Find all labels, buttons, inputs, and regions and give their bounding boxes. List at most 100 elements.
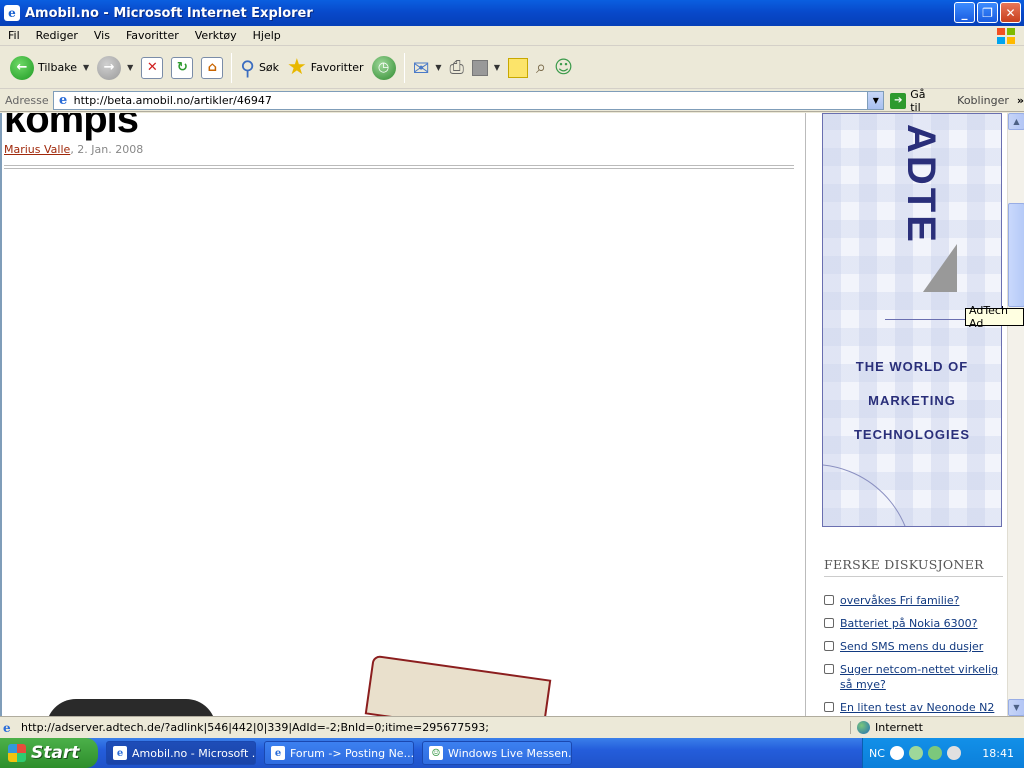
search-icon: ⚲ (240, 55, 255, 80)
system-tray: NC 18:41 (862, 738, 1024, 768)
divider (4, 165, 794, 166)
history-button[interactable]: ◷ (368, 51, 400, 85)
search-label: Søk (258, 61, 280, 74)
messenger-icon: ☺ (429, 746, 443, 760)
back-dropdown-icon[interactable]: ▼ (83, 63, 89, 72)
research-button[interactable]: ⌕ (532, 51, 550, 85)
toolbar: ← Tilbake ▼ → ▼ ✕ ↻ ⌂ ⚲ Søk ★ Favoritter… (0, 47, 1024, 89)
globe-icon (857, 721, 870, 734)
ad-tagline: THE WORLD OF MARKETING TECHNOLOGIES (823, 350, 1001, 452)
comment-icon (824, 702, 834, 712)
windows-logo-icon (997, 28, 1015, 44)
research-icon: ⌕ (536, 57, 547, 78)
toolbar-separator (231, 52, 233, 83)
network-icon[interactable] (908, 746, 923, 760)
go-arrow-icon: ➔ (890, 92, 907, 109)
scroll-up-button[interactable]: ▲ (1008, 113, 1024, 130)
divider (4, 168, 794, 169)
taskbar-item-messenger[interactable]: ☺ Windows Live Messen... (422, 741, 572, 765)
window-titlebar[interactable]: e Amobil.no - Microsoft Internet Explore… (0, 0, 1024, 26)
stop-button[interactable]: ✕ (137, 51, 167, 85)
vertical-scrollbar[interactable]: ▲ ▼ (1007, 113, 1024, 716)
comment-icon (824, 595, 834, 605)
refresh-icon: ↻ (171, 56, 194, 79)
scroll-thumb[interactable] (1008, 203, 1024, 307)
chevron-left-icon[interactable] (889, 746, 904, 760)
article-title: kompis (4, 113, 139, 141)
mail-button[interactable]: ✉ ▼ (409, 51, 446, 85)
discussions-list: overvåkes Fri familie? Batteriet på Noki… (824, 593, 1004, 716)
address-url[interactable]: http://beta.amobil.no/artikler/46947 (74, 94, 272, 107)
author-link[interactable]: Marius Valle (4, 143, 70, 156)
article-date: , 2. Jan. 2008 (70, 143, 144, 156)
note-icon (508, 57, 529, 78)
ad-line-1: THE WORLD OF (855, 359, 969, 374)
print-button[interactable]: ⎙ (445, 51, 467, 85)
page-content: kompis Marius Valle, 2. Jan. 2008 ADTE T… (0, 113, 1007, 716)
close-button[interactable]: ✕ (1000, 2, 1021, 23)
printer-icon: ⎙ (449, 57, 464, 78)
ad-line-2: MARKETING (868, 393, 956, 408)
security-zone: Internett (851, 721, 923, 734)
discussion-link[interactable]: En liten test av Neonode N2 (840, 700, 994, 715)
comment-icon (824, 618, 834, 628)
back-button[interactable]: ← Tilbake ▼ (6, 51, 93, 85)
task-label: Amobil.no - Microsoft ... (132, 746, 256, 760)
messenger-tray-icon[interactable] (927, 746, 942, 760)
ad-logo: ADTE (899, 124, 943, 245)
back-label: Tilbake (38, 61, 77, 74)
forward-button[interactable]: → ▼ (93, 51, 137, 85)
start-label: Start (31, 743, 80, 763)
start-button[interactable]: Start (0, 738, 98, 768)
list-item: Send SMS mens du dusjer (824, 639, 1004, 654)
task-label: Windows Live Messen... (448, 746, 572, 760)
mail-dropdown-icon[interactable]: ▼ (435, 63, 441, 72)
ad-logo-triangle-icon (923, 244, 957, 292)
discussion-link[interactable]: Suger netcom-nettet virkelig så mye? (840, 662, 1004, 692)
menu-rediger[interactable]: Rediger (28, 29, 86, 42)
zone-label: Internett (875, 721, 923, 734)
favorites-button[interactable]: ★ Favoritter (283, 51, 368, 85)
list-item: overvåkes Fri familie? (824, 593, 1004, 608)
ie-icon: e (4, 5, 20, 21)
search-button[interactable]: ⚲ Søk (236, 51, 283, 85)
minimize-button[interactable]: _ (954, 2, 975, 23)
discussion-link[interactable]: overvåkes Fri familie? (840, 593, 959, 608)
discussion-link[interactable]: Send SMS mens du dusjer (840, 639, 983, 654)
ie-icon: e (113, 746, 127, 760)
taskbar-item-forum[interactable]: e Forum -> Posting Ne... (264, 741, 414, 765)
language-indicator[interactable]: NC (869, 747, 885, 760)
toolbar-separator (403, 52, 405, 83)
links-button[interactable]: Koblinger (957, 94, 1009, 107)
refresh-button[interactable]: ↻ (167, 51, 197, 85)
ad-line-3: TECHNOLOGIES (853, 427, 970, 442)
task-label: Forum -> Posting Ne... (290, 746, 414, 760)
address-dropdown-icon[interactable]: ▼ (867, 92, 884, 109)
menu-verktoy[interactable]: Verktøy (187, 29, 245, 42)
go-label: Gå til (910, 87, 926, 114)
address-input[interactable]: e http://beta.amobil.no/artikler/46947 ▼ (52, 91, 885, 110)
volume-icon[interactable] (946, 746, 961, 760)
discuss-button[interactable] (504, 51, 532, 85)
menu-favoritter[interactable]: Favoritter (118, 29, 187, 42)
menu-vis[interactable]: Vis (86, 29, 118, 42)
star-icon: ★ (287, 55, 307, 80)
device-image (364, 654, 552, 716)
discussion-link[interactable]: Batteriet på Nokia 6300? (840, 616, 978, 631)
messenger-button[interactable]: ☺ (550, 51, 577, 85)
clock[interactable]: 18:41 (982, 747, 1014, 760)
menu-hjelp[interactable]: Hjelp (245, 29, 289, 42)
page-icon: e (58, 93, 68, 108)
history-icon: ◷ (371, 55, 396, 80)
edit-dropdown-icon[interactable]: ▼ (494, 63, 500, 72)
favorites-label: Favoritter (310, 61, 364, 74)
edit-button[interactable]: ▼ (468, 51, 504, 85)
home-button[interactable]: ⌂ (197, 51, 227, 85)
chevron-right-icon[interactable]: » (1017, 94, 1024, 107)
scroll-down-button[interactable]: ▼ (1008, 699, 1024, 716)
forward-dropdown-icon[interactable]: ▼ (127, 63, 133, 72)
maximize-button[interactable]: ❐ (977, 2, 998, 23)
taskbar-item-ie[interactable]: e Amobil.no - Microsoft ... (106, 741, 256, 765)
go-button[interactable]: ➔ Gå til (890, 88, 939, 114)
menu-fil[interactable]: Fil (0, 29, 28, 42)
